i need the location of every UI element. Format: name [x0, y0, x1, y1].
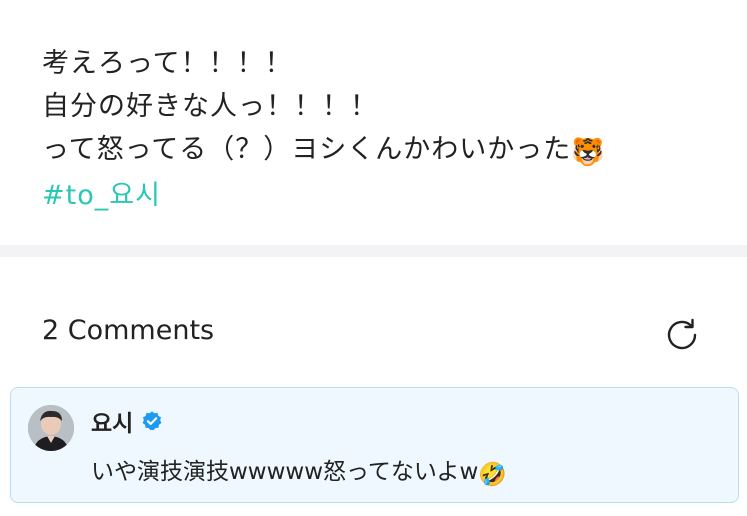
tiger-emoji-icon: 🐯	[571, 137, 606, 168]
post-line: 考えろって！！！！	[42, 48, 293, 79]
comment-text: いや演技演技wwwww怒ってないよw🤣	[91, 452, 507, 488]
post-line: って怒ってる（？）ヨシくんかわいかった🐯	[42, 128, 732, 174]
verified-badge-icon	[142, 411, 162, 431]
post-body: 考えろって！！！！ 自分の好きな人っ！！！！ って怒ってる（？）ヨシくんかわいか…	[42, 42, 732, 217]
post-line: 自分の好きな人っ！！！！	[42, 91, 378, 122]
rofl-emoji-icon: 🤣	[478, 462, 507, 488]
comment-author-name[interactable]: 요시	[91, 404, 133, 438]
hashtag-link[interactable]: #to_요시	[42, 174, 732, 217]
post-content: 考えろって！！！！ 自分の好きな人っ！！！！ って怒ってる（？）ヨシくんかわいか…	[0, 0, 747, 245]
comment-text-body: いや演技演技wwwww怒ってないよw	[91, 459, 479, 485]
comments-header: 2 Comments	[0, 257, 747, 387]
post-line-text: って怒ってる（？）ヨシくんかわいかった	[42, 134, 572, 165]
avatar-image	[28, 405, 74, 451]
avatar[interactable]	[28, 405, 74, 451]
comment-author-row: 요시	[91, 404, 163, 438]
comment-item[interactable]: 요시 いや演技演技wwwww怒ってないよw🤣	[10, 387, 739, 503]
refresh-button[interactable]	[662, 315, 702, 355]
section-divider	[0, 245, 747, 257]
refresh-icon	[667, 318, 697, 350]
comments-count-title: 2 Comments	[42, 315, 215, 346]
